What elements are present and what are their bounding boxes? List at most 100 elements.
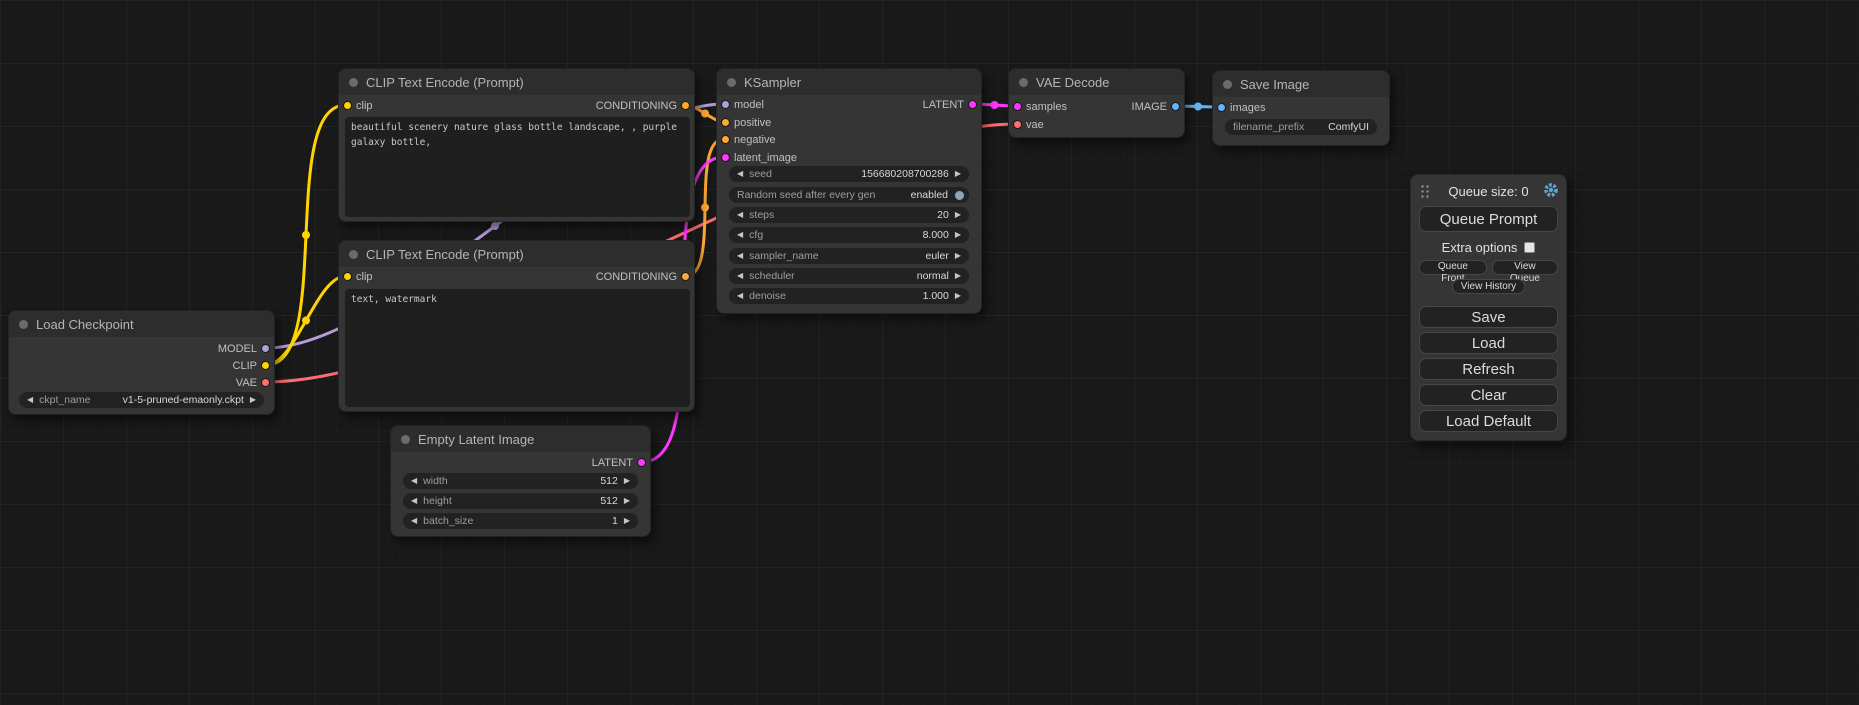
output-slot-label: CONDITIONING [596,98,677,114]
output-port-model[interactable] [261,344,270,353]
next-option-arrow-icon[interactable]: ▶ [955,272,961,280]
widget-value: 1.000 [923,290,949,302]
widget-value: ComfyUI [1328,121,1369,133]
output-port-latent[interactable] [968,100,977,109]
extra-options-row: Extra options [1419,238,1558,256]
collapse-dot-icon[interactable] [349,78,358,87]
prev-option-arrow-icon[interactable]: ◀ [737,272,743,280]
widget-value: 1 [612,515,618,527]
prev-option-arrow-icon[interactable]: ◀ [737,252,743,260]
widget-sampler-name[interactable]: ◀ sampler_name euler ▶ [729,248,969,264]
widget-ckpt-name[interactable]: ◀ ckpt_name v1-5-pruned-emaonly.ckpt ▶ [19,392,264,408]
clear-button[interactable]: Clear [1419,384,1558,406]
output-port-image[interactable] [1171,102,1180,111]
collapse-dot-icon[interactable] [19,320,28,329]
view-history-button[interactable]: View History [1452,279,1525,294]
node-load-checkpoint[interactable]: Load Checkpoint MODEL CLIP VAE ◀ ckpt_na… [8,310,275,415]
node-titlebar[interactable]: VAE Decode [1009,69,1184,95]
node-clip-text-encode-negative[interactable]: CLIP Text Encode (Prompt) clip CONDITION… [338,240,695,412]
input-port-positive[interactable] [721,118,730,127]
node-vae-decode[interactable]: VAE Decode samples vae IMAGE [1008,68,1185,138]
node-empty-latent-image[interactable]: Empty Latent Image LATENT ◀ width 512 ▶ … [390,425,651,537]
input-port-samples[interactable] [1013,102,1022,111]
widget-value: v1-5-pruned-emaonly.ckpt [123,394,244,406]
view-queue-button[interactable]: View Queue [1492,260,1558,275]
save-button[interactable]: Save [1419,306,1558,328]
decrement-arrow-icon[interactable]: ◀ [737,231,743,239]
load-default-button[interactable]: Load Default [1419,410,1558,432]
input-slot-label: positive [734,115,771,131]
queue-front-button[interactable]: Queue Front [1419,260,1487,275]
widget-filename-prefix[interactable]: filename_prefix ComfyUI [1225,119,1377,135]
increment-arrow-icon[interactable]: ▶ [955,292,961,300]
decrement-arrow-icon[interactable]: ◀ [411,477,417,485]
widget-scheduler[interactable]: ◀ scheduler normal ▶ [729,268,969,284]
increment-arrow-icon[interactable]: ▶ [955,231,961,239]
node-title: Load Checkpoint [36,317,134,332]
decrement-arrow-icon[interactable]: ◀ [411,497,417,505]
collapse-dot-icon[interactable] [727,78,736,87]
output-slot-label: IMAGE [1132,99,1167,115]
widget-seed[interactable]: ◀ seed 156680208700286 ▶ [729,166,969,182]
node-clip-text-encode-positive[interactable]: CLIP Text Encode (Prompt) clip CONDITION… [338,68,695,222]
increment-arrow-icon[interactable]: ▶ [624,477,630,485]
increment-arrow-icon[interactable]: ▶ [624,497,630,505]
widget-label: cfg [749,229,763,241]
drag-handle-icon[interactable] [1420,184,1430,199]
node-titlebar[interactable]: KSampler [717,69,981,95]
queue-size-label: Queue size: 0 [1448,184,1528,199]
increment-arrow-icon[interactable]: ▶ [624,517,630,525]
collapse-dot-icon[interactable] [401,435,410,444]
queue-prompt-button[interactable]: Queue Prompt [1419,206,1558,232]
collapse-dot-icon[interactable] [349,250,358,259]
toggle-knob-icon[interactable] [954,190,965,201]
widget-cfg[interactable]: ◀ cfg 8.000 ▶ [729,227,969,243]
widget-denoise[interactable]: ◀ denoise 1.000 ▶ [729,288,969,304]
collapse-dot-icon[interactable] [1019,78,1028,87]
prev-option-arrow-icon[interactable]: ◀ [27,396,33,404]
output-port-clip[interactable] [261,361,270,370]
output-slot-label: LATENT [923,97,964,113]
node-titlebar[interactable]: CLIP Text Encode (Prompt) [339,69,694,95]
widget-value: 156680208700286 [861,168,949,180]
node-titlebar[interactable]: Load Checkpoint [9,311,274,337]
increment-arrow-icon[interactable]: ▶ [955,211,961,219]
node-titlebar[interactable]: Save Image [1213,71,1389,97]
decrement-arrow-icon[interactable]: ◀ [411,517,417,525]
input-port-vae[interactable] [1013,120,1022,129]
collapse-dot-icon[interactable] [1223,80,1232,89]
widget-random-seed-toggle[interactable]: Random seed after every gen enabled [729,187,969,203]
output-port-conditioning[interactable] [681,272,690,281]
node-save-image[interactable]: Save Image images filename_prefix ComfyU… [1212,70,1390,146]
negative-prompt-textarea[interactable]: text, watermark [345,289,690,407]
link-midpoint-dot [491,222,499,230]
decrement-arrow-icon[interactable]: ◀ [737,211,743,219]
load-button[interactable]: Load [1419,332,1558,354]
extra-options-checkbox[interactable] [1524,242,1535,253]
widget-width[interactable]: ◀ width 512 ▶ [403,473,638,489]
decrement-arrow-icon[interactable]: ◀ [737,170,743,178]
widget-height[interactable]: ◀ height 512 ▶ [403,493,638,509]
next-option-arrow-icon[interactable]: ▶ [955,252,961,260]
settings-gear-icon[interactable] [1543,182,1559,198]
input-port-latent-image[interactable] [721,153,730,162]
input-port-clip[interactable] [343,272,352,281]
input-port-images[interactable] [1217,103,1226,112]
next-option-arrow-icon[interactable]: ▶ [250,396,256,404]
input-port-clip[interactable] [343,101,352,110]
decrement-arrow-icon[interactable]: ◀ [737,292,743,300]
output-port-latent[interactable] [637,458,646,467]
positive-prompt-textarea[interactable]: beautiful scenery nature glass bottle la… [345,117,690,217]
input-port-negative[interactable] [721,135,730,144]
refresh-button[interactable]: Refresh [1419,358,1558,380]
node-titlebar[interactable]: Empty Latent Image [391,426,650,452]
input-port-model[interactable] [721,100,730,109]
output-port-vae[interactable] [261,378,270,387]
output-port-conditioning[interactable] [681,101,690,110]
widget-batch-size[interactable]: ◀ batch_size 1 ▶ [403,513,638,529]
queue-panel-header: Queue size: 0 [1419,181,1558,201]
node-ksampler[interactable]: KSampler model positive negative latent_… [716,68,982,314]
increment-arrow-icon[interactable]: ▶ [955,170,961,178]
node-titlebar[interactable]: CLIP Text Encode (Prompt) [339,241,694,267]
widget-steps[interactable]: ◀ steps 20 ▶ [729,207,969,223]
